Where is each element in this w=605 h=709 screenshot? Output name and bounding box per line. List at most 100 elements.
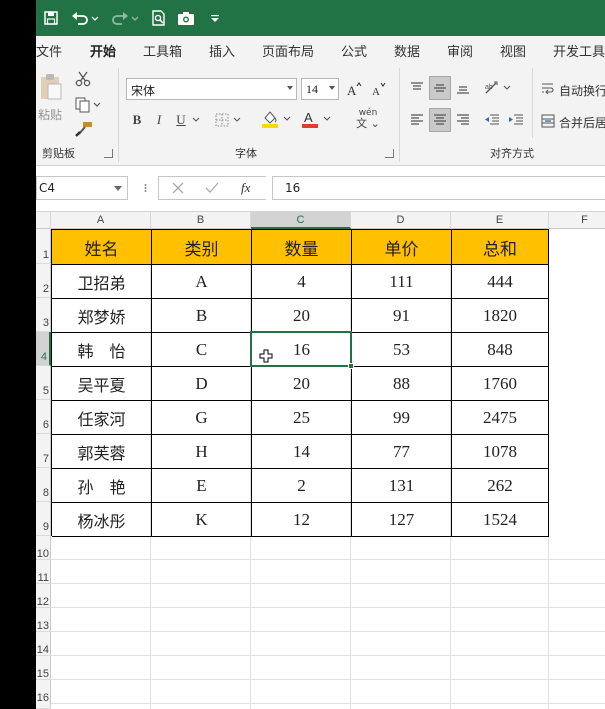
- table-header-cell[interactable]: 类别: [152, 230, 252, 265]
- align-middle-icon[interactable]: [429, 76, 451, 100]
- name-box[interactable]: C4: [36, 176, 128, 200]
- worksheet-grid[interactable]: 姓名 类别 数量 单价 总和 卫招弟 A 4 111 444 郑梦娇 B 20 …: [51, 229, 605, 709]
- orientation-icon[interactable]: ab: [482, 76, 516, 100]
- row-header[interactable]: 1: [36, 229, 51, 264]
- tab-formulas[interactable]: 公式: [341, 41, 367, 60]
- align-left-icon[interactable]: [407, 108, 427, 132]
- increase-font-size-icon[interactable]: A: [345, 79, 363, 99]
- row-header[interactable]: 2: [36, 264, 51, 298]
- table-cell[interactable]: 444: [452, 265, 549, 299]
- row-header[interactable]: 7: [36, 434, 51, 468]
- save-icon[interactable]: [42, 8, 60, 28]
- table-cell[interactable]: 韩 怡: [52, 333, 152, 367]
- decrease-font-size-icon[interactable]: A: [369, 79, 387, 99]
- format-painter-icon[interactable]: [74, 120, 94, 138]
- column-header-d[interactable]: D: [351, 212, 451, 229]
- table-cell[interactable]: 郭芙蓉: [52, 435, 152, 469]
- wrap-text-icon[interactable]: [539, 79, 557, 99]
- table-header-cell[interactable]: 姓名: [52, 230, 152, 265]
- row-header[interactable]: 5: [36, 366, 51, 400]
- font-launcher-icon[interactable]: [385, 149, 394, 158]
- table-cell[interactable]: 53: [352, 333, 452, 367]
- tab-home[interactable]: 开始: [90, 41, 117, 65]
- fill-handle[interactable]: [348, 363, 354, 369]
- merge-center-icon[interactable]: [539, 111, 557, 131]
- table-cell[interactable]: 2: [252, 469, 352, 503]
- merge-center-label[interactable]: 合并后居: [559, 114, 605, 131]
- bold-button[interactable]: B: [128, 110, 146, 130]
- table-cell[interactable]: C: [152, 333, 252, 367]
- table-cell[interactable]: A: [152, 265, 252, 299]
- table-cell[interactable]: 卫招弟: [52, 265, 152, 299]
- table-cell[interactable]: 1760: [452, 367, 549, 401]
- table-cell[interactable]: 77: [352, 435, 452, 469]
- phonetic-guide-button[interactable]: wén 文 ⌄: [348, 108, 388, 130]
- tab-insert[interactable]: 插入: [209, 41, 235, 60]
- row-header[interactable]: 10: [36, 536, 51, 560]
- cut-icon[interactable]: [74, 70, 92, 88]
- column-header-a[interactable]: A: [51, 212, 151, 229]
- row-header[interactable]: 15: [36, 656, 51, 680]
- font-name-combo[interactable]: 宋体: [126, 78, 297, 100]
- underline-button[interactable]: U: [172, 110, 190, 130]
- align-top-icon[interactable]: [407, 76, 427, 100]
- table-cell[interactable]: 1078: [452, 435, 549, 469]
- row-header[interactable]: 9: [36, 502, 51, 536]
- tab-developer[interactable]: 开发工具: [553, 41, 605, 60]
- fill-color-icon[interactable]: [260, 108, 296, 130]
- tab-data[interactable]: 数据: [394, 41, 420, 60]
- column-header-c[interactable]: C: [251, 212, 351, 229]
- table-cell[interactable]: 20: [252, 367, 352, 401]
- table-cell[interactable]: E: [152, 469, 252, 503]
- clipboard-launcher-icon[interactable]: [104, 149, 113, 158]
- wrap-text-label[interactable]: 自动换行: [559, 82, 605, 99]
- camera-icon[interactable]: [176, 8, 196, 28]
- table-cell[interactable]: 88: [352, 367, 452, 401]
- select-all-corner[interactable]: [36, 212, 51, 229]
- table-cell[interactable]: 1524: [452, 503, 549, 537]
- table-cell[interactable]: K: [152, 503, 252, 537]
- cancel-icon[interactable]: [171, 181, 185, 198]
- underline-options-icon[interactable]: [190, 110, 202, 130]
- row-header[interactable]: 12: [36, 584, 51, 608]
- table-cell[interactable]: 25: [252, 401, 352, 435]
- row-header[interactable]: 14: [36, 632, 51, 656]
- column-header-e[interactable]: E: [451, 212, 549, 229]
- table-cell[interactable]: 262: [452, 469, 549, 503]
- table-cell[interactable]: 131: [352, 469, 452, 503]
- table-cell[interactable]: 2475: [452, 401, 549, 435]
- table-cell[interactable]: 848: [452, 333, 549, 367]
- resize-handle-icon[interactable]: [144, 180, 147, 196]
- table-cell[interactable]: B: [152, 299, 252, 333]
- customize-quick-access-icon[interactable]: [208, 8, 222, 28]
- undo-icon[interactable]: [70, 8, 100, 28]
- redo-icon[interactable]: [110, 8, 140, 28]
- align-center-icon[interactable]: [429, 108, 451, 132]
- decrease-indent-icon[interactable]: [482, 108, 502, 132]
- align-bottom-icon[interactable]: [453, 76, 473, 100]
- table-cell[interactable]: 91: [352, 299, 452, 333]
- insert-function-button[interactable]: fx: [241, 180, 250, 196]
- table-cell[interactable]: 12: [252, 503, 352, 537]
- align-right-icon[interactable]: [453, 108, 473, 132]
- table-cell[interactable]: 吴平夏: [52, 367, 152, 401]
- row-header[interactable]: 8: [36, 468, 51, 502]
- row-header[interactable]: 3: [36, 298, 51, 332]
- table-cell[interactable]: 20: [252, 299, 352, 333]
- tab-page-layout[interactable]: 页面布局: [262, 41, 314, 60]
- italic-button[interactable]: I: [150, 110, 168, 130]
- tab-file[interactable]: 文件: [36, 41, 62, 60]
- table-cell[interactable]: D: [152, 367, 252, 401]
- table-header-cell[interactable]: 数量: [252, 230, 352, 265]
- row-header[interactable]: 16: [36, 680, 51, 709]
- table-cell[interactable]: 郑梦娇: [52, 299, 152, 333]
- paste-label[interactable]: 粘贴: [38, 106, 62, 123]
- column-header-f[interactable]: F: [549, 212, 605, 229]
- tab-review[interactable]: 审阅: [447, 41, 473, 60]
- table-cell[interactable]: 4: [252, 265, 352, 299]
- print-preview-icon[interactable]: [150, 8, 168, 28]
- table-header-cell[interactable]: 单价: [352, 230, 452, 265]
- table-cell[interactable]: 111: [352, 265, 452, 299]
- column-header-b[interactable]: B: [151, 212, 251, 229]
- table-cell[interactable]: 孙 艳: [52, 469, 152, 503]
